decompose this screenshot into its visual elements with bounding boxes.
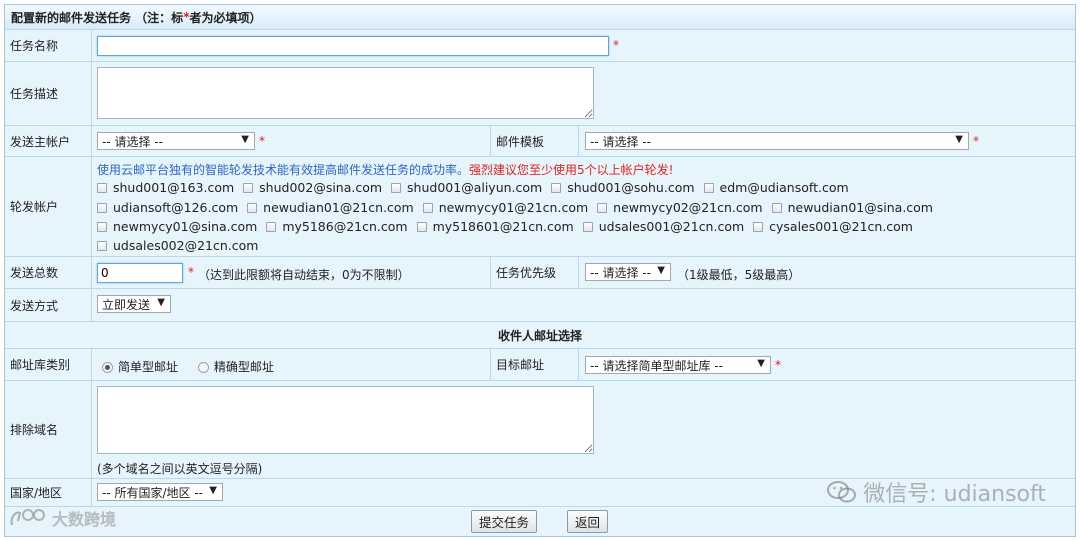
account-line-3: newmycy01@sina.com my5186@21cn.com my518… [97, 219, 918, 235]
account-checkbox[interactable]: my518601@21cn.com [416, 219, 574, 234]
exclude-domain-note: (多个域名之间以英文逗号分隔) [97, 462, 263, 476]
account-checkbox[interactable]: udsales001@21cn.com [582, 219, 744, 234]
checkbox-icon [771, 202, 782, 213]
checkbox-icon [703, 182, 714, 193]
rotation-hint: 使用云邮平台独有的智能轮发技术能有效提高邮件发送任务的成功率。强烈建议您至少使用… [97, 161, 673, 178]
checkbox-icon [97, 221, 107, 232]
account-checkbox[interactable]: newmycy02@21cn.com [597, 200, 763, 215]
checkbox-icon [753, 221, 764, 232]
account-checkbox[interactable]: newudian01@sina.com [771, 200, 933, 215]
dropdown-arrow-icon: ▼ [209, 485, 217, 496]
exclude-domain-label: 排除域名 [5, 381, 92, 478]
row-send-mode: 发送方式 立即发送 ▼ [5, 289, 1075, 322]
send-mode-label: 发送方式 [5, 289, 92, 321]
checkbox-icon [422, 202, 433, 213]
dropdown-arrow-icon: ▼ [955, 134, 963, 145]
checkbox-icon [97, 182, 107, 193]
row-total-priority: 发送总数 * （达到此限额将自动结束，0为不限制） 任务优先级 -- 请选择 -… [5, 257, 1075, 289]
row-task-desc: 任务描述 [5, 62, 1075, 126]
account-checkbox[interactable]: udiansoft@126.com [97, 200, 238, 215]
target-mail-label: 目标邮址 [491, 349, 579, 380]
account-line-4: udsales002@21cn.com [97, 238, 263, 254]
rotation-hint-blue: 使用云邮平台独有的智能轮发技术能有效提高邮件发送任务的成功率。 [97, 163, 470, 177]
account-checkbox[interactable]: shud001@aliyun.com [391, 180, 542, 195]
col-divider [5, 349, 491, 380]
col-divider [5, 126, 491, 156]
wechat-watermark: 微信号: udiansoft [827, 476, 1046, 508]
send-mode-select[interactable]: 立即发送 ▼ [97, 295, 171, 313]
account-checkbox[interactable]: shud002@sina.com [243, 180, 382, 195]
mail-template-select[interactable]: -- 请选择 -- ▼ [585, 132, 969, 150]
account-checkbox[interactable]: cysales001@21cn.com [753, 219, 913, 234]
account-checkbox[interactable]: udsales002@21cn.com [97, 238, 258, 253]
dropdown-arrow-icon: ▼ [757, 358, 765, 369]
mail-template-label: 邮件模板 [491, 126, 579, 156]
priority-label: 任务优先级 [491, 257, 579, 288]
account-checkbox[interactable]: newmycy01@21cn.com [422, 200, 588, 215]
logo-watermark: 大数跨境 [8, 506, 116, 530]
checkbox-icon [247, 202, 258, 213]
task-desc-textarea[interactable] [97, 67, 594, 119]
country-value: -- 所有国家/地区 -- [102, 485, 203, 500]
checkbox-icon [416, 221, 427, 232]
row-task-name: 任务名称 * [5, 30, 1075, 62]
checkbox-icon [391, 182, 402, 193]
checkbox-icon [243, 182, 254, 193]
task-form: 配置新的邮件发送任务 （注：标 * 者为必填项） 任务名称 * 任务描述 发送主帐户… [4, 4, 1076, 537]
task-desc-label: 任务描述 [5, 62, 92, 125]
priority-select[interactable]: -- 请选择 -- ▼ [585, 263, 671, 281]
checkbox-icon [266, 221, 277, 232]
dropdown-arrow-icon: ▼ [657, 265, 665, 276]
account-checkbox[interactable]: shud001@sohu.com [551, 180, 695, 195]
row-rotation: 轮发帐户 使用云邮平台独有的智能轮发技术能有效提高邮件发送任务的成功率。强烈建议… [5, 157, 1075, 257]
recipient-section-title: 收件人邮址选择 [5, 322, 1075, 349]
target-mail-required: * [775, 358, 781, 372]
row-library-target: 邮址库类别 简单型邮址 精确型邮址 目标邮址 -- 请选择简单型邮址库 -- ▼… [5, 349, 1075, 381]
country-label: 国家/地区 [5, 479, 92, 506]
checkbox-icon [97, 240, 107, 251]
checkbox-icon [582, 221, 593, 232]
checkbox-icon [97, 202, 107, 213]
account-line-1: shud001@163.com shud002@sina.com shud001… [97, 180, 854, 196]
rotation-hint-red: 强烈建议您至少使用5个以上帐户轮发! [469, 163, 674, 177]
exclude-domain-textarea[interactable] [97, 386, 594, 454]
account-checkbox[interactable]: shud001@163.com [97, 180, 234, 195]
account-line-2: udiansoft@126.com newudian01@21cn.com ne… [97, 200, 938, 216]
submit-task-button[interactable]: 提交任务 [471, 510, 538, 533]
row-sender-template: 发送主帐户 -- 请选择 -- ▼ * 邮件模板 -- 请选择 -- ▼ * [5, 126, 1075, 157]
account-checkbox[interactable]: edm@udiansoft.com [703, 180, 849, 195]
rotation-content: 使用云邮平台独有的智能轮发技术能有效提高邮件发送任务的成功率。强烈建议您至少使用… [92, 157, 1075, 256]
wechat-icon [827, 481, 857, 503]
task-name-label: 任务名称 [5, 30, 92, 61]
priority-note: （1级最低，5级最高） [677, 268, 801, 282]
mail-template-value: -- 请选择 -- [590, 134, 651, 149]
header-title-prefix: 配置新的邮件发送任务 （注：标 [11, 10, 184, 25]
col-divider [5, 257, 491, 288]
checkbox-icon [551, 182, 562, 193]
task-name-required: * [613, 38, 619, 52]
send-mode-value: 立即发送 [102, 297, 151, 312]
account-checkbox[interactable]: newudian01@21cn.com [247, 200, 414, 215]
target-mail-select[interactable]: -- 请选择简单型邮址库 -- ▼ [585, 356, 771, 374]
mail-template-required: * [973, 134, 979, 148]
dropdown-arrow-icon: ▼ [157, 297, 165, 308]
rotation-label: 轮发帐户 [5, 157, 92, 256]
account-checkbox[interactable]: my5186@21cn.com [266, 219, 408, 234]
row-exclude-domain: 排除域名 (多个域名之间以英文逗号分隔) [5, 381, 1075, 479]
wechat-watermark-text: 微信号: udiansoft [863, 482, 1046, 507]
account-checkbox[interactable]: newmycy01@sina.com [97, 219, 257, 234]
target-mail-value: -- 请选择简单型邮址库 -- [590, 358, 723, 373]
back-button[interactable]: 返回 [567, 510, 609, 533]
task-name-input[interactable] [97, 36, 609, 56]
dsk-logo-icon [10, 509, 45, 526]
country-select[interactable]: -- 所有国家/地区 -- ▼ [97, 483, 223, 501]
row-actions: 提交任务 返回 [5, 507, 1075, 537]
form-header: 配置新的邮件发送任务 （注：标 * 者为必填项） [5, 5, 1075, 30]
header-title-suffix: 者为必填项） [189, 10, 262, 25]
logo-watermark-text: 大数跨境 [52, 510, 117, 529]
checkbox-icon [597, 202, 608, 213]
priority-value: -- 请选择 -- [590, 265, 651, 280]
